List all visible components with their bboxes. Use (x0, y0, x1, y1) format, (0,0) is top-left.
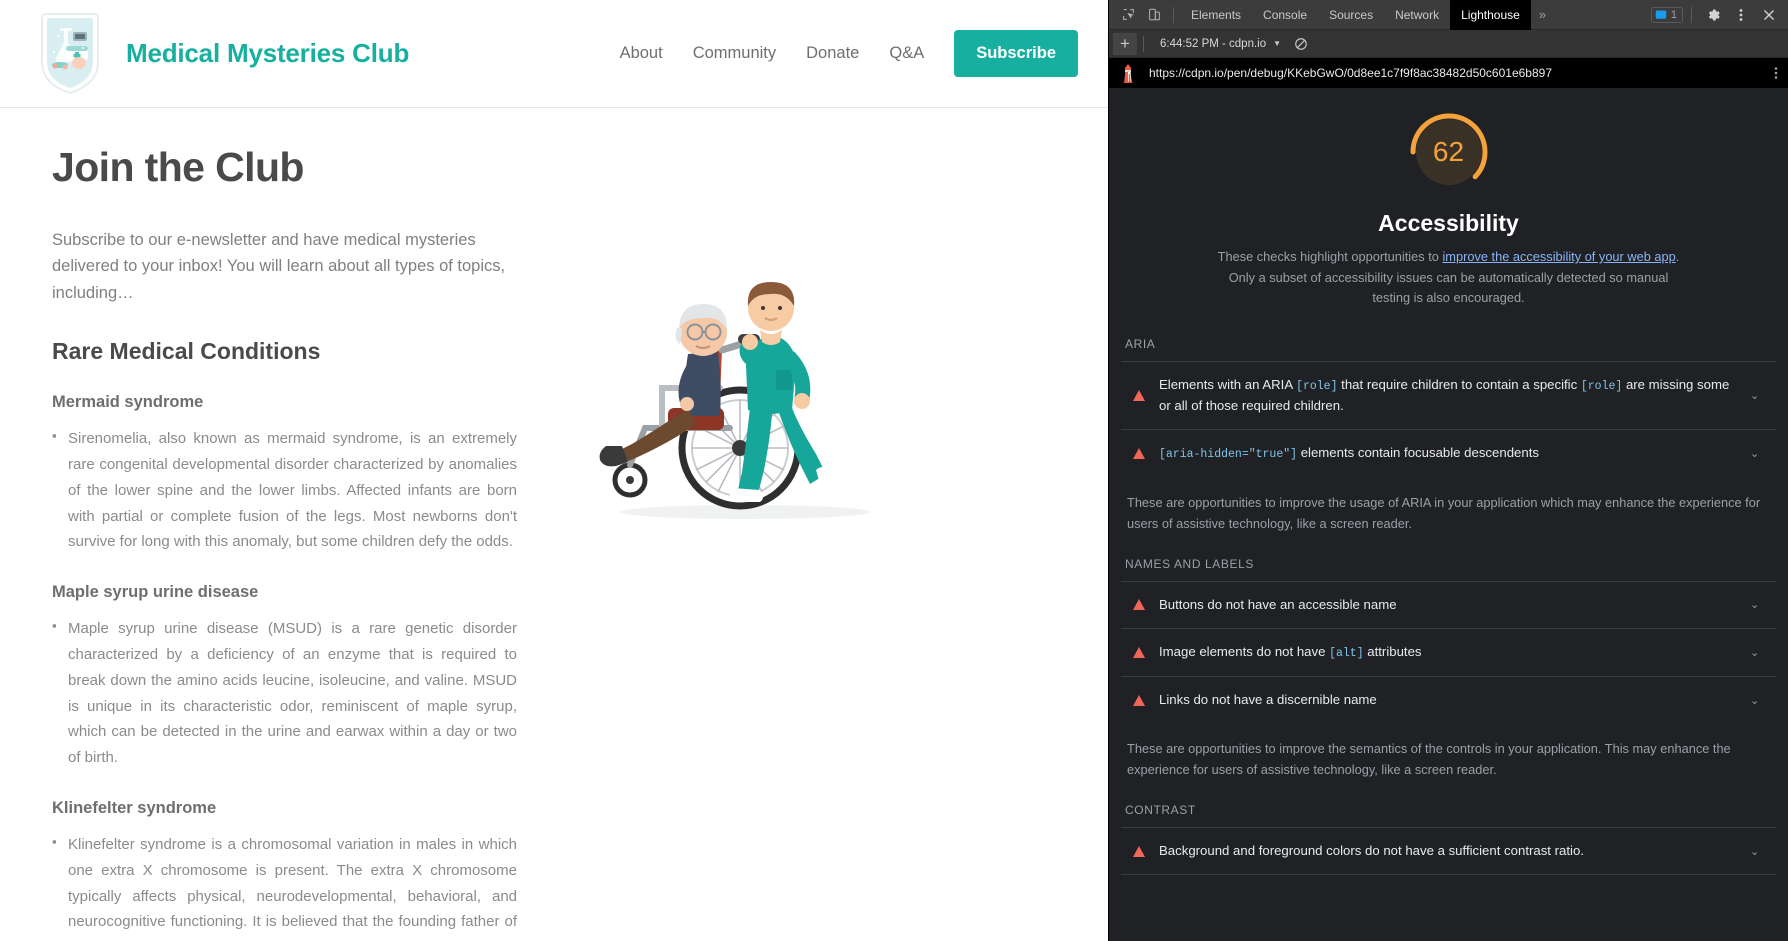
list-item: Klinefelter syndrome is a chromosomal va… (52, 831, 517, 941)
audit-title: [aria-hidden="true"] elements contain fo… (1159, 445, 1539, 462)
close-icon[interactable] (1756, 3, 1782, 27)
chevron-down-icon[interactable]: ⌄ (1750, 447, 1764, 460)
toolbar-divider (1173, 6, 1174, 23)
screen: Medical Mysteries Club About Community D… (0, 0, 1788, 941)
report-selector[interactable]: 6:44:52 PM - cdpn.io ▼ (1150, 38, 1286, 50)
audit-row-aria-hidden-focus[interactable]: [aria-hidden="true"] elements contain fo… (1121, 429, 1776, 477)
audit-group-names-labels: NAMES AND LABELS Buttons do not have an … (1109, 557, 1788, 785)
fail-icon (1133, 448, 1145, 460)
nurse-wheelchair-illustration (570, 258, 910, 553)
audit-title: Buttons do not have an accessible name (1159, 596, 1397, 612)
more-options-icon[interactable] (1728, 3, 1754, 27)
lighthouse-subbar: + 6:44:52 PM - cdpn.io ▼ (1109, 30, 1788, 58)
tab-sources[interactable]: Sources (1318, 0, 1384, 30)
inspect-element-icon[interactable] (1115, 3, 1141, 27)
web-page-pane: Medical Mysteries Club About Community D… (0, 0, 1108, 941)
page-title: Join the Club (52, 144, 304, 190)
fail-icon (1133, 647, 1145, 659)
new-report-button[interactable]: + (1113, 32, 1137, 55)
category-description: These checks highlight opportunities to … (1214, 247, 1684, 309)
chevron-down-icon[interactable]: ⌄ (1750, 845, 1764, 858)
lighthouse-urlbar: https://cdpn.io/pen/debug/KKebGwO/0d8ee1… (1109, 58, 1788, 88)
lighthouse-report: 62 Accessibility These checks highlight … (1109, 88, 1788, 941)
description-pre: These checks highlight opportunities to (1217, 249, 1443, 264)
intro-paragraph: Subscribe to our e-newsletter and have m… (52, 231, 506, 302)
chevron-down-icon[interactable]: ⌄ (1750, 389, 1764, 402)
score-gauge-wrapper: 62 (1109, 110, 1788, 194)
report-options-icon[interactable] (1774, 66, 1778, 80)
group-title-names-labels: NAMES AND LABELS (1125, 556, 1254, 571)
main-nav: About Community Donate Q&A Subscribe (620, 30, 1078, 77)
chevron-down-icon[interactable]: ⌄ (1750, 694, 1764, 707)
accessibility-score-gauge: 62 (1407, 110, 1491, 194)
nav-item-donate[interactable]: Donate (806, 44, 859, 63)
site-header: Medical Mysteries Club About Community D… (0, 0, 1108, 108)
tab-network[interactable]: Network (1384, 0, 1450, 30)
condition-title-msud: Maple syrup urine disease (52, 583, 259, 602)
audit-title: Image elements do not have [alt] attribu… (1159, 644, 1422, 661)
toolbar-divider-2 (1691, 6, 1692, 23)
group-title-aria: ARIA (1125, 337, 1156, 352)
condition-list-klinefelter: Klinefelter syndrome is a chromosomal va… (52, 831, 560, 941)
brand-title[interactable]: Medical Mysteries Club (126, 38, 409, 69)
group-title-contrast: CONTRAST (1125, 802, 1196, 817)
group-description-names-labels: These are opportunities to improve the s… (1127, 741, 1731, 778)
condition-title-mermaid: Mermaid syndrome (52, 393, 204, 412)
list-item: Maple syrup urine disease (MSUD) is a ra… (52, 615, 517, 771)
lighthouse-hero: 62 Accessibility These checks highlight … (1109, 88, 1788, 319)
section-title: Rare Medical Conditions (52, 338, 321, 365)
nav-subscribe-button[interactable]: Subscribe (954, 30, 1078, 77)
audit-row-color-contrast[interactable]: Background and foreground colors do not … (1121, 826, 1776, 876)
tab-console[interactable]: Console (1252, 0, 1318, 30)
audit-group-aria: ARIA Elements with an ARIA [role] that r… (1109, 337, 1788, 539)
audit-row-aria-required-children[interactable]: Elements with an ARIA [role] that requir… (1121, 361, 1776, 429)
condition-title-klinefelter: Klinefelter syndrome (52, 798, 217, 817)
clear-icon[interactable] (1294, 37, 1308, 51)
category-title: Accessibility (1378, 210, 1519, 236)
fail-icon (1133, 599, 1145, 611)
chevron-down-icon: ▼ (1273, 39, 1282, 48)
content-column: Join the Club Subscribe to our e-newslet… (0, 108, 560, 941)
fail-icon (1133, 390, 1145, 402)
nav-item-qa[interactable]: Q&A (889, 44, 924, 63)
lighthouse-icon (1119, 63, 1137, 83)
list-item: Sirenomelia, also known as mermaid syndr… (52, 425, 517, 555)
audit-row-image-alt[interactable]: Image elements do not have [alt] attribu… (1121, 628, 1776, 676)
score-value: 62 (1432, 136, 1465, 167)
nav-item-about[interactable]: About (620, 44, 663, 63)
chevron-down-icon[interactable]: ⌄ (1750, 598, 1764, 611)
fail-icon (1133, 845, 1145, 857)
issues-badge[interactable]: 1 (1650, 6, 1683, 23)
issues-icon (1655, 10, 1667, 19)
audit-title: Links do not have a discernible name (1159, 691, 1377, 707)
audit-group-contrast: CONTRAST Background and foreground color… (1109, 802, 1788, 876)
audit-title: Background and foreground colors do not … (1159, 842, 1584, 858)
page-body: Join the Club Subscribe to our e-newslet… (0, 108, 1108, 941)
audit-row-button-name[interactable]: Buttons do not have an accessible name ⌄ (1121, 580, 1776, 628)
chevron-down-icon[interactable]: ⌄ (1750, 646, 1764, 659)
accessibility-docs-link[interactable]: improve the accessibility of your web ap… (1442, 249, 1675, 264)
nav-item-community[interactable]: Community (693, 44, 776, 63)
report-url: https://cdpn.io/pen/debug/KKebGwO/0d8ee1… (1149, 66, 1552, 80)
group-description-aria: These are opportunities to improve the u… (1127, 495, 1761, 531)
tabs-overflow-icon[interactable]: » (1531, 7, 1554, 22)
devtools-tabs: Elements Console Sources Network Lightho… (1180, 0, 1554, 30)
audit-row-link-name[interactable]: Links do not have a discernible name ⌄ (1121, 675, 1776, 723)
tab-lighthouse[interactable]: Lighthouse (1450, 0, 1531, 30)
fail-icon (1133, 694, 1145, 706)
illustration-column (560, 108, 1108, 941)
subbar-divider (1143, 35, 1144, 52)
devtools-toolbar-right: 1 (1650, 3, 1782, 27)
issues-count: 1 (1670, 8, 1677, 21)
condition-list-mermaid: Sirenomelia, also known as mermaid syndr… (52, 425, 560, 555)
audit-title: Elements with an ARIA [role] that requir… (1159, 377, 1730, 413)
report-selector-label: 6:44:52 PM - cdpn.io (1160, 37, 1267, 50)
devtools-panel: Elements Console Sources Network Lightho… (1108, 0, 1788, 941)
devtools-toolbar: Elements Console Sources Network Lightho… (1109, 0, 1788, 30)
gear-icon[interactable] (1700, 3, 1726, 27)
tab-elements[interactable]: Elements (1180, 0, 1252, 30)
medical-shield-logo[interactable] (38, 12, 102, 96)
condition-list-msud: Maple syrup urine disease (MSUD) is a ra… (52, 615, 560, 771)
device-toolbar-icon[interactable] (1141, 3, 1167, 27)
